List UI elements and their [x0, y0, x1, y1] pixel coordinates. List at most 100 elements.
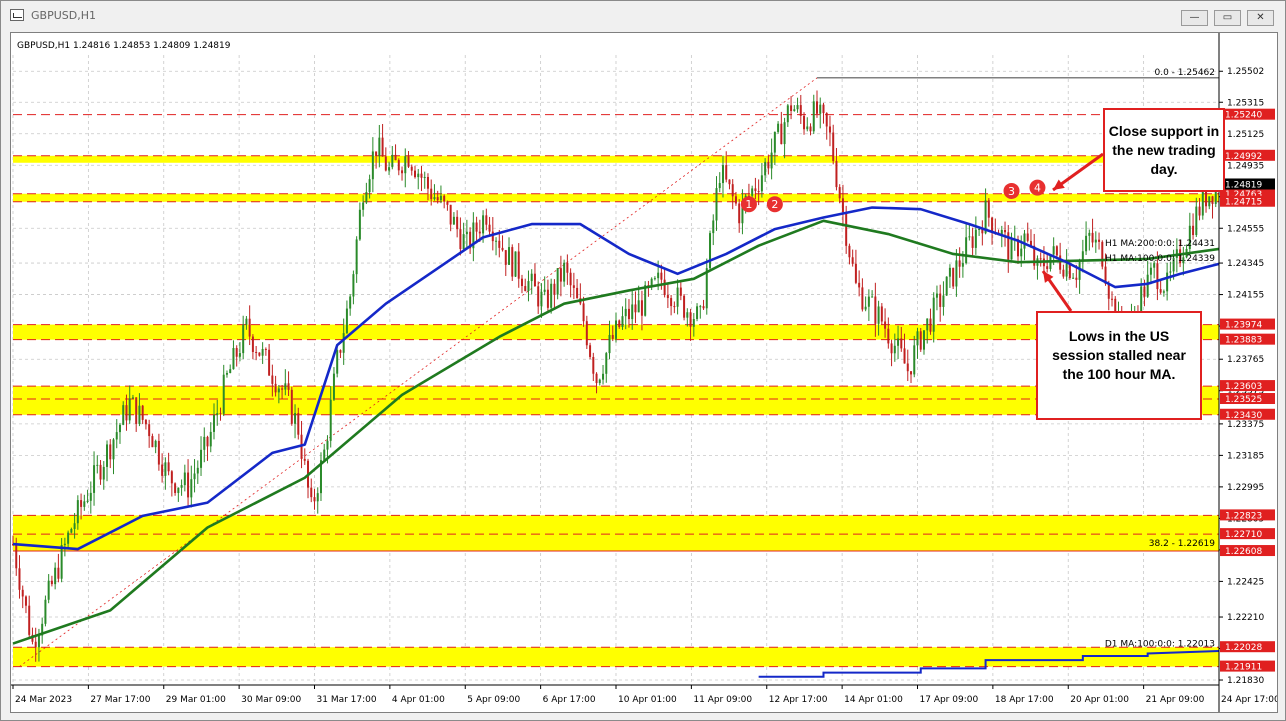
candle-body — [692, 319, 695, 327]
candle-body — [1149, 267, 1152, 275]
candle-body — [803, 115, 806, 130]
marker-label: 3 — [1008, 185, 1015, 198]
candle-body — [851, 257, 854, 264]
candle-body — [530, 273, 533, 282]
candle-body — [615, 320, 617, 339]
restore-button[interactable]: ▭ — [1214, 10, 1241, 26]
candle-body — [332, 373, 335, 400]
candle-body — [378, 137, 381, 157]
candle-body — [916, 331, 919, 346]
price-tick-label: 1.21830 — [1227, 676, 1264, 686]
candle-body — [1156, 263, 1159, 290]
candle-body — [932, 297, 935, 332]
candle-body — [352, 274, 355, 297]
candle-body — [488, 224, 491, 232]
candle-body — [135, 397, 138, 424]
candle-body — [935, 293, 938, 298]
price-tick-label: 1.22995 — [1227, 483, 1264, 493]
candle-body — [235, 347, 238, 357]
candle-body — [709, 233, 712, 269]
candle-body — [508, 247, 511, 265]
candle-body — [495, 240, 498, 242]
candle-body — [336, 350, 339, 374]
time-tick-label: 24 Mar 2023 — [15, 695, 72, 705]
candle-body — [170, 471, 173, 484]
candle-body — [229, 369, 232, 374]
candle-body — [634, 304, 637, 313]
candle-body — [679, 287, 682, 296]
candle-body — [1065, 263, 1068, 277]
candle-body — [948, 267, 951, 277]
time-tick-label: 20 Apr 01:00 — [1070, 695, 1129, 705]
title-bar[interactable]: GBPUSD,H1 — ▭ ✕ — [1, 1, 1285, 31]
candle-body — [407, 156, 410, 167]
candle-body — [618, 320, 621, 327]
candle-body — [1068, 263, 1071, 279]
candle-body — [537, 286, 540, 307]
time-tick-label: 11 Apr 09:00 — [693, 695, 752, 705]
candle-body — [37, 635, 40, 648]
candle-body — [592, 356, 595, 374]
candle-body — [271, 375, 274, 384]
minimize-button[interactable]: — — [1181, 10, 1208, 26]
candle-body — [767, 161, 770, 169]
candle-body — [929, 318, 932, 332]
candle-body — [867, 296, 870, 307]
candle-body — [131, 397, 134, 399]
time-tick-label: 18 Apr 17:00 — [995, 695, 1054, 705]
candle-body — [660, 272, 663, 280]
candle-body — [122, 405, 125, 425]
chart-area[interactable]: 0.0 - 1.25462 38.2 - 1.22619 H1 MA:200:0:… — [10, 32, 1278, 713]
candle-body — [955, 260, 958, 287]
price-tick-label: 1.25502 — [1227, 67, 1264, 77]
marker-label: 2 — [771, 198, 778, 211]
candle-body — [900, 338, 903, 349]
candle-body — [76, 500, 79, 524]
price-axis: 1.255021.253151.251251.249351.247451.245… — [1218, 33, 1275, 712]
candle-body — [206, 436, 209, 447]
candle-body — [721, 165, 724, 184]
candle-body — [511, 247, 514, 277]
candle-body — [1111, 298, 1114, 300]
candle-body — [1166, 272, 1169, 292]
candle-body — [922, 330, 925, 350]
candle-body — [1146, 274, 1149, 297]
time-tick-label: 5 Apr 09:00 — [467, 695, 520, 705]
zone-rect — [13, 515, 1219, 552]
candle-body — [1098, 239, 1101, 242]
candle-body — [903, 348, 906, 364]
level-price-label: 1.22823 — [1225, 511, 1262, 521]
candle-body — [1192, 225, 1195, 236]
candle-body — [219, 413, 222, 415]
candle-body — [627, 308, 630, 320]
candle-body — [277, 388, 280, 393]
candle-body — [1211, 196, 1214, 204]
candle-body — [423, 176, 426, 178]
candle-body — [462, 234, 465, 250]
price-tick-label: 1.23185 — [1227, 451, 1264, 461]
candle-body — [368, 179, 371, 193]
candle-body — [605, 353, 608, 374]
candle-body — [1059, 255, 1062, 270]
candle-body — [835, 161, 838, 188]
candle-body — [362, 202, 365, 210]
candle-body — [585, 321, 588, 346]
time-tick-label: 27 Mar 17:00 — [90, 695, 150, 705]
candle-body — [118, 424, 121, 433]
candle-body — [148, 424, 151, 437]
close-button[interactable]: ✕ — [1247, 10, 1274, 26]
candle-body — [563, 262, 566, 282]
candle-body — [712, 220, 715, 234]
candle-body — [80, 500, 83, 507]
candle-body — [401, 170, 404, 174]
candle-body — [1107, 283, 1110, 299]
candle-body — [287, 383, 290, 390]
candle-body — [686, 312, 689, 318]
candle-body — [968, 236, 971, 238]
candle-body — [582, 303, 585, 322]
candle-body — [841, 198, 844, 213]
candle-body — [572, 285, 575, 288]
candle-body — [371, 151, 374, 180]
candle-body — [602, 373, 605, 380]
candle-body — [381, 137, 384, 157]
